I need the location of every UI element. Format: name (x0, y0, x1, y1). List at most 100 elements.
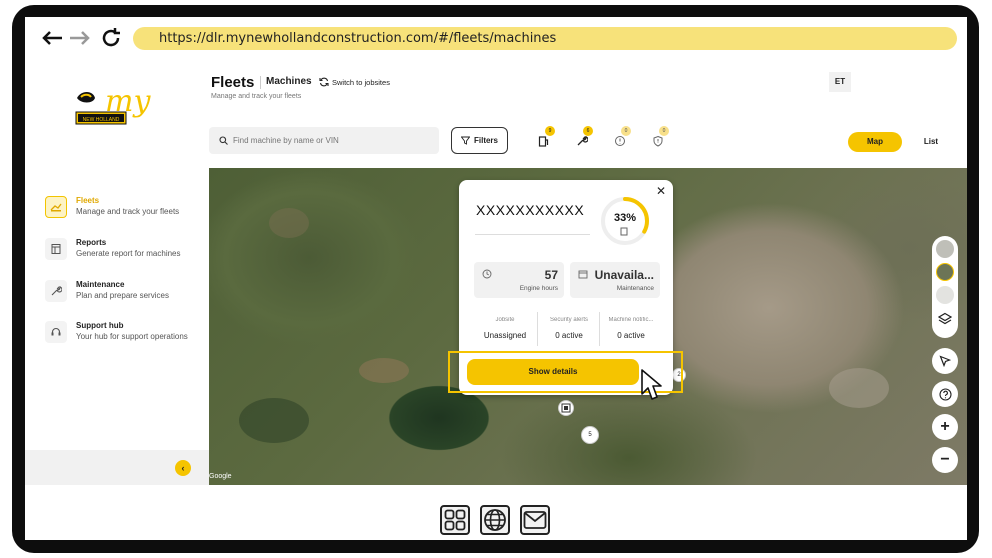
map-style-terrain[interactable] (936, 286, 954, 304)
status-count-badge: 6 (583, 126, 593, 136)
fleet-icon (45, 196, 67, 218)
sidebar-footer: ‹ (25, 450, 209, 485)
engine-hours-card: 57 Engine hours (474, 262, 564, 298)
engine-hours-label: Engine hours (519, 285, 558, 292)
sidebar-item-reports[interactable]: Reports Generate report for machines (45, 235, 209, 271)
help-button[interactable] (932, 381, 958, 407)
locate-button[interactable] (932, 348, 958, 374)
wrench-icon (45, 280, 67, 302)
layers-icon[interactable] (937, 312, 953, 331)
filters-label: Filters (473, 136, 498, 145)
sidebar-item-title: Support hub (76, 321, 124, 330)
info-label: Jobsite (495, 317, 515, 323)
reload-icon[interactable] (99, 26, 123, 50)
maintenance-label: Maintenance (616, 285, 654, 292)
machine-name-underline (475, 234, 590, 235)
switch-to-jobsites-link[interactable]: Switch to jobsites (319, 77, 390, 87)
machine-status-filter[interactable]: 9 (537, 126, 555, 148)
swap-icon (319, 77, 329, 87)
machine-name: XXXXXXXXXXX (476, 202, 585, 218)
show-details-button[interactable]: Show details (467, 359, 639, 385)
sidebar-item-title: Reports (76, 238, 107, 247)
sidebar-item-subtitle: Plan and prepare services (76, 291, 169, 300)
sidebar-item-title: Fleets (76, 196, 100, 205)
sidebar-item-maintenance[interactable]: Maintenance Plan and prepare services (45, 277, 209, 313)
forward-arrow-icon[interactable] (68, 26, 92, 50)
filters-button[interactable]: Filters (451, 127, 508, 154)
os-dock (25, 485, 967, 540)
map-attribution: Google (209, 473, 232, 480)
clock-icon (482, 269, 492, 279)
sidebar-item-title: Maintenance (76, 280, 125, 289)
sidebar-item-support-hub[interactable]: Support hub Your hub for support operati… (45, 318, 209, 354)
search-icon (219, 136, 228, 145)
zoom-out-button[interactable]: − (932, 447, 958, 473)
new-holland-logo: NEW HOLLAND my (75, 84, 161, 128)
switch-label: Switch to jobsites (332, 77, 390, 87)
tab-map[interactable]: Map (848, 132, 902, 152)
maintenance-value: Unavaila... (594, 268, 654, 282)
title-divider (260, 76, 261, 89)
page-description: Manage and track your fleets (211, 93, 302, 100)
status-count-badge: 9 (545, 126, 555, 136)
mouse-pointer-icon (639, 368, 665, 407)
logo-wordmark: my (105, 84, 151, 119)
progress-percent: 33% (613, 212, 637, 224)
back-arrow-icon[interactable] (40, 26, 64, 50)
sidebar: NEW HOLLAND my Fleets Manage and track y… (25, 60, 209, 485)
map-cluster-marker[interactable]: 5 (581, 426, 599, 444)
machine-marker-icon[interactable] (558, 400, 574, 416)
progress-ring: 33% (599, 195, 651, 247)
alert-circle-icon (615, 136, 625, 146)
sidebar-item-fleets[interactable]: Fleets Manage and track your fleets (45, 193, 209, 229)
sidebar-item-subtitle: Manage and track your fleets (76, 207, 180, 216)
report-icon (45, 238, 67, 260)
collapse-sidebar-button[interactable]: ‹ (175, 460, 191, 476)
jobsite-info: Jobsite Unassigned (474, 310, 536, 348)
zoom-in-button[interactable]: + (932, 414, 958, 440)
engine-hours-value: 57 (544, 268, 558, 282)
security-status-filter[interactable]: 0 (651, 126, 669, 148)
machine-notifications-info: Machine notific... 0 active (600, 310, 662, 348)
mail-icon[interactable] (520, 505, 550, 535)
info-value: 0 active (617, 331, 645, 340)
globe-icon[interactable] (480, 505, 510, 535)
status-count-badge: 0 (621, 126, 631, 136)
fuel-icon (538, 136, 549, 147)
map-terrain-patch (359, 358, 409, 383)
tab-machines[interactable]: Machines (266, 76, 312, 87)
maintenance-card: Unavaila... Maintenance (570, 262, 660, 298)
map-view[interactable]: Google 2 5 ✕ XXXXXXXXXXX 33% 57 Engine h… (209, 168, 967, 485)
map-terrain-patch (829, 368, 889, 408)
map-style-satellite[interactable] (936, 263, 954, 281)
user-avatar[interactable]: ET (829, 72, 851, 92)
map-style-default[interactable] (936, 240, 954, 258)
app-viewport: NEW HOLLAND my Fleets Manage and track y… (25, 60, 967, 485)
wrench-icon (577, 136, 588, 146)
map-layer-picker (932, 236, 958, 338)
info-value: 0 active (555, 331, 583, 340)
headset-icon (45, 321, 67, 343)
shield-icon (653, 135, 663, 147)
navigation-arrow-icon (939, 355, 951, 367)
page-title: Fleets (211, 74, 255, 91)
alerts-status-filter[interactable]: 0 (613, 126, 631, 148)
map-terrain-patch (269, 208, 309, 238)
browser-toolbar: https://dlr.mynewhollandconstruction.com… (25, 17, 967, 60)
main-content: Fleets Machines Switch to jobsites Manag… (209, 60, 967, 485)
search-input[interactable] (233, 133, 433, 148)
apps-grid-icon[interactable] (440, 505, 470, 535)
sidebar-item-subtitle: Generate report for machines (76, 249, 181, 258)
map-terrain-patch (239, 398, 309, 443)
address-bar[interactable]: https://dlr.mynewhollandconstruction.com… (133, 27, 957, 50)
sidebar-item-subtitle: Your hub for support operations (76, 332, 188, 341)
close-icon[interactable]: ✕ (656, 184, 666, 198)
security-alerts-info: Security alerts 0 active (538, 310, 600, 348)
info-label: Machine notific... (608, 317, 654, 323)
help-icon (938, 387, 952, 401)
search-box (209, 127, 439, 154)
maintenance-status-filter[interactable]: 6 (575, 126, 593, 148)
filter-icon (460, 136, 470, 145)
view-toggle: Map List (845, 130, 957, 154)
tab-list[interactable]: List (909, 132, 953, 152)
